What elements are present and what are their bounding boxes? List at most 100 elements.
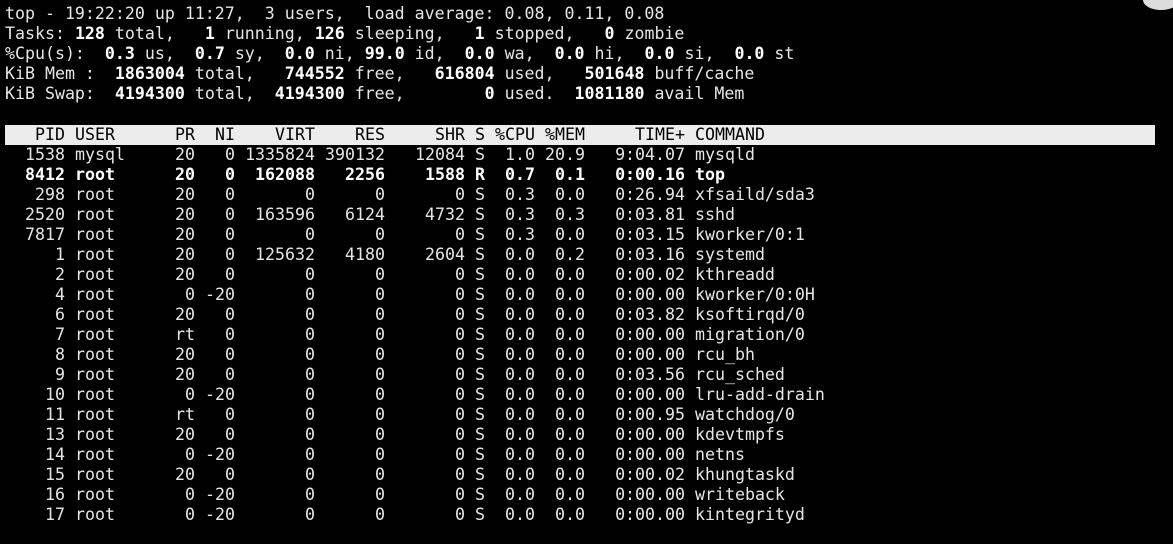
cell-user: root bbox=[75, 505, 115, 524]
cpu-sy: 0.7 bbox=[194, 44, 225, 63]
table-row[interactable]: 6 root 20 0 0 0 0 S 0.0 0.0 0:03.82 ksoftirqd/0 bbox=[5, 305, 1155, 325]
swap-free-label: free, bbox=[344, 84, 485, 103]
table-row[interactable]: 2 root 20 0 0 0 0 S 0.0 0.0 0:00.02 kthreadd bbox=[5, 265, 1155, 285]
mem-buff-label: buff/cache bbox=[644, 64, 755, 83]
col-mem[interactable]: %MEM bbox=[535, 125, 585, 145]
cpu-hi-label: hi, bbox=[584, 44, 645, 63]
mem-total-label: total, bbox=[184, 64, 285, 83]
cell-time: 0:00.00 bbox=[615, 485, 685, 504]
table-row[interactable]: 2520 root 20 0 163596 6124 4732 S 0.3 0.3 0:03.81 s… bbox=[5, 205, 1155, 225]
cell-state: S bbox=[475, 145, 485, 164]
cell-ni: 0 bbox=[225, 265, 235, 284]
cell-pr: 20 bbox=[175, 365, 195, 384]
cell-user: root bbox=[75, 345, 115, 364]
table-row[interactable]: 15 root 20 0 0 0 0 S 0.0 0.0 0:00.02 khungtaskd bbox=[5, 465, 1155, 485]
cell-state: S bbox=[475, 285, 485, 304]
cell-state: S bbox=[475, 505, 485, 524]
cell-pid: 11 bbox=[45, 405, 65, 424]
cell-ni: -20 bbox=[205, 445, 235, 464]
table-row[interactable]: 13 root 20 0 0 0 0 S 0.0 0.0 0:00.00 kdevtmpfs bbox=[5, 425, 1155, 445]
cell-time: 0:00.00 bbox=[615, 285, 685, 304]
col-pr[interactable]: PR bbox=[155, 125, 195, 145]
col-pid[interactable]: PID bbox=[5, 125, 65, 145]
cell-pid: 13 bbox=[45, 425, 65, 444]
cell-state: S bbox=[475, 265, 485, 284]
cell-cpu: 0.0 bbox=[505, 325, 535, 344]
cell-state: S bbox=[475, 345, 485, 364]
table-row[interactable]: 8412 root 20 0 162088 2256 1588 R 0.7 0.1 0:00.16 t… bbox=[5, 165, 1155, 185]
swap-line: KiB Swap: 4194300 total, 4194300 free, 0… bbox=[5, 84, 1155, 104]
cell-virt: 0 bbox=[305, 345, 315, 364]
cell-cpu: 0.3 bbox=[505, 185, 535, 204]
table-row[interactable]: 7 root rt 0 0 0 0 S 0.0 0.0 0:00.00 migration/0 bbox=[5, 325, 1155, 345]
cell-virt: 0 bbox=[305, 385, 315, 404]
tasks-label: Tasks: bbox=[5, 24, 75, 43]
cell-user: root bbox=[75, 385, 115, 404]
cell-time: 0:00.00 bbox=[615, 425, 685, 444]
cell-pr: 20 bbox=[175, 165, 195, 184]
table-row[interactable]: 7817 root 20 0 0 0 0 S 0.3 0.0 0:03.15 kworker/0:1 bbox=[5, 225, 1155, 245]
table-row[interactable]: 14 root 0 -20 0 0 0 S 0.0 0.0 0:00.00 netns bbox=[5, 445, 1155, 465]
process-table: 1538 mysql 20 0 1335824 390132 12084 S 1.0 20.9 9:… bbox=[5, 145, 1155, 525]
cell-mem: 0.0 bbox=[555, 465, 585, 484]
cell-shr: 0 bbox=[455, 365, 465, 384]
col-virt[interactable]: VIRT bbox=[235, 125, 315, 145]
cell-res: 0 bbox=[375, 265, 385, 284]
table-row[interactable]: 1538 mysql 20 0 1335824 390132 12084 S 1.0 20.9 9:… bbox=[5, 145, 1155, 165]
cell-cpu: 0.0 bbox=[505, 485, 535, 504]
table-row[interactable]: 8 root 20 0 0 0 0 S 0.0 0.0 0:00.00 rcu_bh bbox=[5, 345, 1155, 365]
cell-pid: 8 bbox=[55, 345, 65, 364]
cell-pr: 0 bbox=[185, 505, 195, 524]
table-row[interactable]: 298 root 20 0 0 0 0 S 0.3 0.0 0:26.94 xfsaild/sda3 bbox=[5, 185, 1155, 205]
col-command[interactable]: COMMAND bbox=[685, 125, 935, 145]
table-row[interactable]: 16 root 0 -20 0 0 0 S 0.0 0.0 0:00.00 writeback bbox=[5, 485, 1155, 505]
cell-shr: 0 bbox=[455, 405, 465, 424]
table-row[interactable]: 9 root 20 0 0 0 0 S 0.0 0.0 0:03.56 rcu_sched bbox=[5, 365, 1155, 385]
cell-pid: 4 bbox=[55, 285, 65, 304]
cell-res: 0 bbox=[375, 185, 385, 204]
cell-pid: 1538 bbox=[25, 145, 65, 164]
cell-virt: 0 bbox=[305, 505, 315, 524]
cell-res: 0 bbox=[375, 385, 385, 404]
cell-time: 0:00.16 bbox=[615, 165, 685, 184]
cell-shr: 0 bbox=[455, 325, 465, 344]
cell-pid: 17 bbox=[45, 505, 65, 524]
table-row[interactable]: 10 root 0 -20 0 0 0 S 0.0 0.0 0:00.00 lru-add-drain bbox=[5, 385, 1155, 405]
cell-user: root bbox=[75, 305, 115, 324]
cell-pr: 20 bbox=[175, 265, 195, 284]
cell-command: mysqld bbox=[695, 145, 755, 164]
tasks-line: Tasks: 128 total, 1 running, 126 sleepin… bbox=[5, 24, 1155, 44]
cpu-ni-label: ni, bbox=[314, 44, 365, 63]
cell-pid: 298 bbox=[35, 185, 65, 204]
cell-state: S bbox=[475, 325, 485, 344]
col-s[interactable]: S bbox=[465, 125, 495, 145]
cell-pid: 14 bbox=[45, 445, 65, 464]
col-user[interactable]: USER bbox=[65, 125, 155, 145]
cell-pr: rt bbox=[175, 405, 195, 424]
cell-res: 0 bbox=[375, 285, 385, 304]
cell-state: S bbox=[475, 305, 485, 324]
cell-user: root bbox=[75, 245, 115, 264]
table-row[interactable]: 1 root 20 0 125632 4180 2604 S 0.0 0.2 0:03.16 syst… bbox=[5, 245, 1155, 265]
cell-user: root bbox=[75, 465, 115, 484]
table-row[interactable]: 17 root 0 -20 0 0 0 S 0.0 0.0 0:00.00 kintegrityd bbox=[5, 505, 1155, 525]
col-cpu[interactable]: %CPU bbox=[495, 125, 535, 145]
cell-cpu: 0.3 bbox=[505, 205, 535, 224]
cell-mem: 0.0 bbox=[555, 325, 585, 344]
col-ni[interactable]: NI bbox=[195, 125, 235, 145]
tasks-running: 1 bbox=[204, 24, 215, 43]
cell-mem: 0.0 bbox=[555, 405, 585, 424]
mem-free-label: free, bbox=[344, 64, 435, 83]
col-time[interactable]: TIME+ bbox=[585, 125, 685, 145]
col-res[interactable]: RES bbox=[315, 125, 385, 145]
table-row[interactable]: 4 root 0 -20 0 0 0 S 0.0 0.0 0:00.00 kworker/0:0H bbox=[5, 285, 1155, 305]
table-row[interactable]: 11 root rt 0 0 0 0 S 0.0 0.0 0:00.95 watchdog/0 bbox=[5, 405, 1155, 425]
col-shr[interactable]: SHR bbox=[385, 125, 465, 145]
swap-used: 0 bbox=[484, 84, 495, 103]
cell-time: 0:00.00 bbox=[615, 385, 685, 404]
cpu-st: 0.0 bbox=[734, 44, 765, 63]
cpu-id: 99.0 bbox=[364, 44, 405, 63]
cell-user: root bbox=[75, 185, 115, 204]
terminal-window[interactable]: top - 19:22:20 up 11:27, 3 users, load a… bbox=[5, 4, 1155, 525]
cell-user: mysql bbox=[75, 145, 125, 164]
